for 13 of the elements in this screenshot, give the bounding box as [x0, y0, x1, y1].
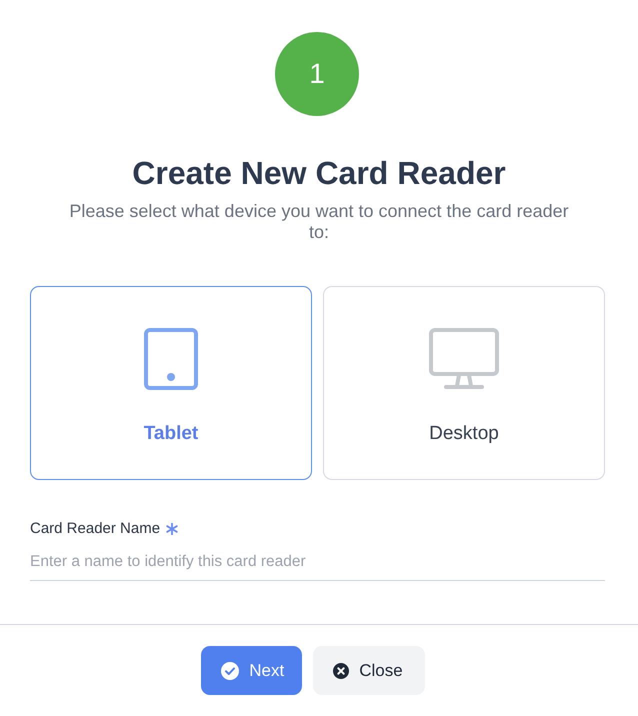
close-icon	[333, 662, 350, 678]
desktop-monitor-icon	[429, 328, 499, 390]
device-option-card[interactable]: Desktop	[323, 286, 605, 480]
dialog-subtitle: Please select what device you want to connect the card reader to:	[68, 201, 570, 243]
step-number-badge: 1	[275, 32, 359, 116]
device-option-card[interactable]: Tablet	[30, 286, 312, 480]
check-circle-icon	[221, 662, 240, 680]
tablet-icon	[144, 328, 198, 390]
next-button[interactable]: Next	[201, 646, 302, 695]
name-input-field[interactable]: Enter a name to identify this card reader	[30, 543, 605, 581]
dialog-title: Create New Card Reader	[132, 154, 506, 192]
close-button[interactable]: Close	[313, 646, 425, 695]
field-label: Card Reader Name	[30, 520, 160, 538]
